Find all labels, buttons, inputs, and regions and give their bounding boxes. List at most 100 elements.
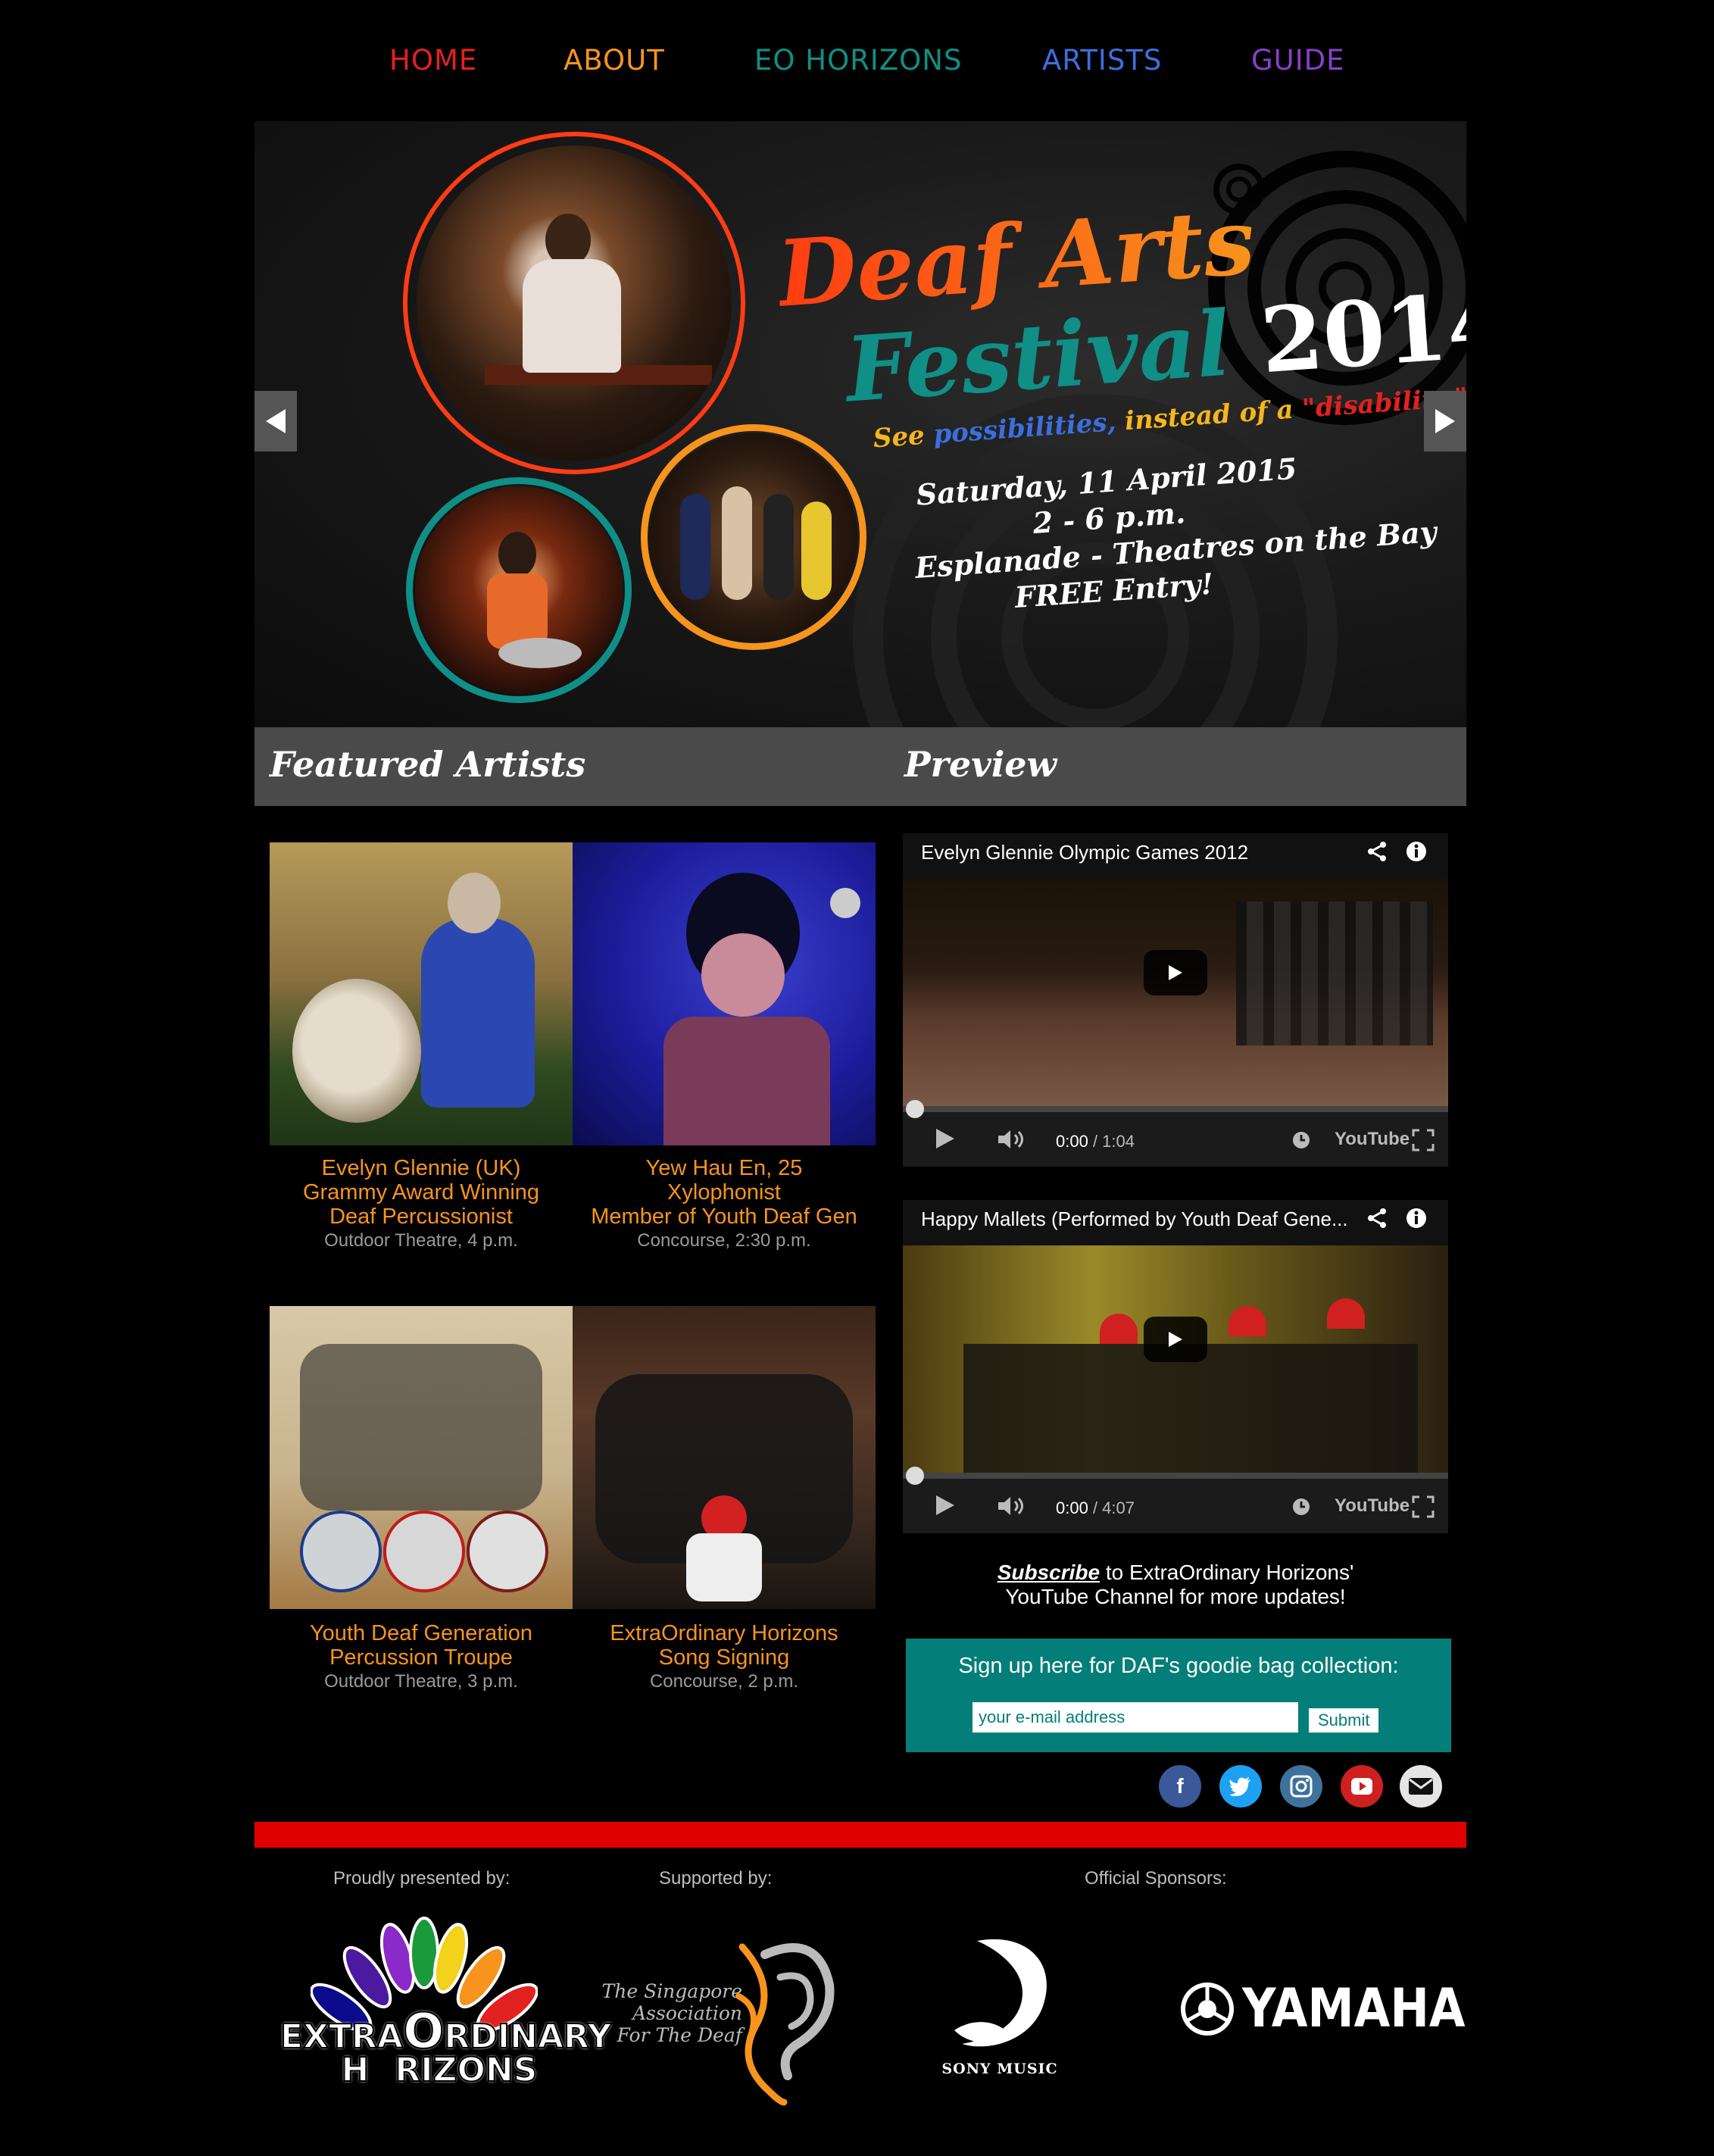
ear-icon [735, 1943, 835, 2106]
email-input[interactable] [973, 1702, 1298, 1733]
signup-form: Sign up here for DAF's goodie bag collec… [906, 1639, 1451, 1752]
performer-face [701, 933, 785, 1017]
video-title[interactable]: Happy Mallets (Performed by Youth Deaf G… [921, 1208, 1348, 1231]
share-icon[interactable] [1366, 1208, 1388, 1229]
watch-later-icon[interactable] [1292, 1131, 1310, 1149]
group-member [680, 494, 710, 600]
video-player-1[interactable]: Evelyn Glennie Olympic Games 2012 0:00 /… [903, 833, 1448, 1167]
artist-name[interactable]: ExtraOrdinary Horizons [573, 1621, 876, 1645]
performer-head [498, 532, 536, 577]
artist-description: Percussion Troupe [329, 1645, 513, 1670]
drum [467, 1511, 548, 1592]
youtube-icon[interactable] [1341, 1765, 1383, 1808]
subscribe-text-line2: YouTube Channel for more updates! [1005, 1585, 1346, 1608]
featured-artists-heading: Featured Artists [270, 744, 586, 785]
share-icon[interactable] [1366, 841, 1388, 862]
steel-drum [498, 638, 582, 668]
singapore-association-deaf-logo[interactable]: The Singapore Association For The Deaf [598, 1924, 841, 2121]
nav-guide[interactable]: GUIDE [1251, 44, 1345, 77]
twitter-bird-icon [1229, 1777, 1250, 1796]
artist-caption-youth-deaf-generation: Youth Deaf Generation Percussion Troupe … [270, 1621, 573, 1694]
section-header-bar: Featured Artists Preview [254, 727, 1466, 806]
scrub-handle[interactable] [906, 1467, 924, 1485]
video-controls: 0:00 / 1:04 YouTube [903, 1100, 1448, 1167]
scrub-handle[interactable] [906, 1100, 924, 1118]
facebook-icon[interactable]: f [1159, 1765, 1201, 1808]
submit-button[interactable]: Submit [1309, 1708, 1379, 1733]
santa-hat [1327, 1298, 1365, 1329]
arrow-right-icon [1435, 409, 1455, 433]
nav-eo-horizons[interactable]: EO HORIZONS [754, 44, 962, 77]
video-header-icons [1366, 841, 1427, 862]
group-member [722, 486, 752, 600]
yamaha-text: YAMAHA [1242, 1977, 1466, 2039]
progress-bar[interactable] [903, 1467, 1448, 1485]
twitter-icon[interactable] [1219, 1765, 1262, 1808]
play-icon [1169, 1332, 1182, 1347]
yamaha-logo[interactable]: YAMAHA [1175, 1979, 1466, 2039]
signup-title: Sign up here for DAF's goodie bag collec… [958, 1654, 1399, 1678]
subscribe-text-line1: to ExtraOrdinary Horizons' [1100, 1561, 1354, 1584]
white-shirt [686, 1533, 762, 1601]
artist-image-extraordinary-horizons[interactable] [573, 1306, 876, 1609]
artist-name[interactable]: Evelyn Glennie (UK) [270, 1156, 573, 1180]
nav-home[interactable]: HOME [389, 44, 477, 77]
artist-image-yew-hau-en[interactable] [573, 842, 876, 1145]
fullscreen-icon[interactable] [1412, 1495, 1435, 1518]
slider-next-button[interactable] [1424, 391, 1466, 452]
presented-by-label: Proudly presented by: [333, 1868, 510, 1889]
artist-description: Song Signing [658, 1645, 790, 1670]
extraordinary-horizons-logo[interactable]: EXTRAORDINARY H RIZONS [279, 1917, 612, 2114]
video-title[interactable]: Evelyn Glennie Olympic Games 2012 [921, 841, 1248, 864]
artist-image-youth-deaf-generation[interactable] [270, 1306, 573, 1609]
nav-about[interactable]: ABOUT [564, 44, 665, 77]
play-icon [1169, 965, 1182, 980]
sony-music-logo[interactable]: SONY MUSIC [924, 1932, 1076, 2098]
artist-caption-evelyn-glennie: Evelyn Glennie (UK) Grammy Award Winning… [270, 1156, 573, 1253]
group-member [801, 502, 832, 600]
video-player-2[interactable]: Happy Mallets (Performed by Youth Deaf G… [903, 1200, 1448, 1533]
santa-hat [1100, 1314, 1138, 1344]
performer-shirt [523, 259, 621, 373]
watch-later-icon[interactable] [1292, 1498, 1310, 1516]
fullscreen-icon[interactable] [1412, 1129, 1435, 1151]
artist-caption-yew-hau-en: Yew Hau En, 25 Xylophonist Member of You… [573, 1156, 876, 1253]
subscribe-link[interactable]: Subscribe [997, 1561, 1100, 1584]
volume-icon[interactable] [997, 1129, 1027, 1150]
drum [383, 1511, 465, 1592]
artist-image-evelyn-glennie[interactable] [270, 842, 573, 1145]
performers [963, 1344, 1418, 1473]
slider-prev-button[interactable] [254, 391, 297, 452]
artist-description: Grammy Award Winning [302, 1180, 540, 1205]
email-icon[interactable] [1400, 1765, 1442, 1808]
photo-group [650, 433, 857, 641]
youtube-logo[interactable]: YouTube [1335, 1495, 1410, 1517]
info-icon[interactable] [1406, 1208, 1427, 1229]
play-small-icon[interactable] [935, 1127, 956, 1150]
youtube-logo[interactable]: YouTube [1335, 1129, 1410, 1150]
footer-divider [254, 1822, 1466, 1848]
instagram-icon[interactable] [1280, 1765, 1322, 1808]
nav-artists[interactable]: ARTISTS [1042, 44, 1162, 77]
eh-logo-text: EXTRAORDINARY H RIZONS [279, 2004, 612, 2089]
performer-dress [421, 918, 535, 1108]
hero-event-details: Saturday, 11 April 2015 2 - 6 p.m. Espla… [909, 450, 1438, 623]
envelope-icon [1409, 1778, 1433, 1795]
info-icon[interactable] [1406, 841, 1427, 862]
artist-name[interactable]: Youth Deaf Generation [270, 1621, 573, 1645]
play-button[interactable] [1144, 950, 1207, 995]
santa-hat [1229, 1306, 1266, 1336]
artist-description: Member of Youth Deaf Gen [591, 1205, 857, 1229]
drum [292, 979, 421, 1123]
performer-head [448, 873, 501, 933]
play-small-icon[interactable] [935, 1494, 956, 1517]
artist-name[interactable]: Yew Hau En, 25 [573, 1156, 876, 1180]
volume-icon[interactable] [997, 1495, 1027, 1517]
supported-by-label: Supported by: [659, 1868, 773, 1889]
artist-caption-extraordinary-horizons: ExtraOrdinary Horizons Song Signing Conc… [573, 1621, 876, 1694]
play-button[interactable] [1144, 1317, 1207, 1362]
microphone [830, 888, 860, 918]
progress-bar[interactable] [903, 1100, 1448, 1118]
artist-venue-time: Outdoor Theatre, 3 p.m. [324, 1671, 518, 1692]
subscribe-text: Subscribe to ExtraOrdinary Horizons' You… [903, 1561, 1448, 1609]
